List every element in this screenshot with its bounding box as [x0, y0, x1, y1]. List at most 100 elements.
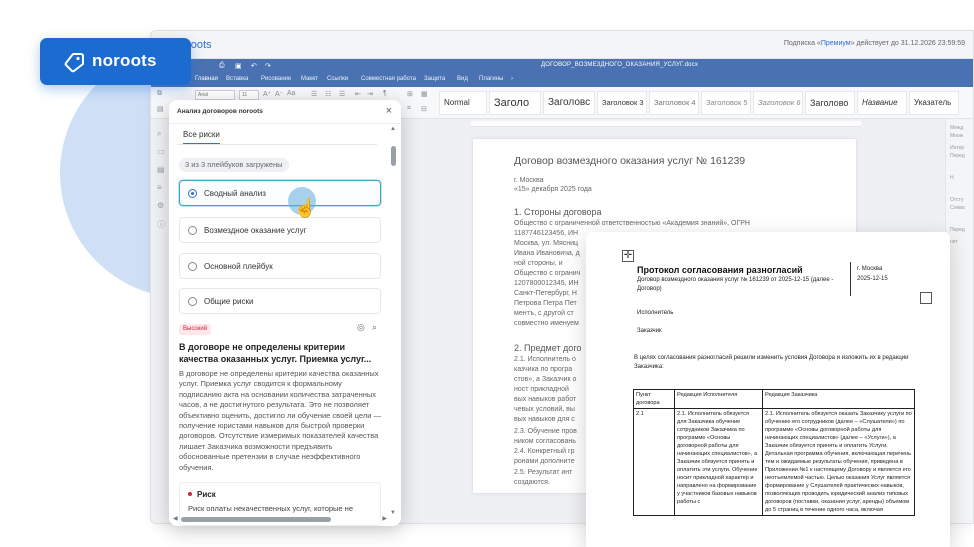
style-index[interactable]: Указатель: [909, 91, 959, 115]
customer-label: Заказчик: [637, 328, 662, 334]
comments-icon[interactable]: ▭: [157, 147, 165, 156]
app-topbar: oroots Подписка «Премиум» действует до 3…: [151, 31, 973, 59]
menu-more[interactable]: ›: [511, 76, 513, 82]
clear-style-icon[interactable]: ⊟: [421, 105, 427, 113]
save-icon[interactable]: ⎙: [219, 62, 225, 70]
menu-references[interactable]: Ссылки: [327, 76, 348, 82]
case-icon[interactable]: Aa: [287, 90, 296, 97]
panel-header: Анализ договоров noroots ×: [169, 100, 401, 124]
chat-icon[interactable]: ▤: [157, 165, 165, 174]
menu-draw[interactable]: Рисование: [261, 76, 291, 82]
document-title: Договор возмездного оказания услуг № 161…: [514, 155, 746, 167]
panel-title: Анализ договоров noroots: [177, 108, 263, 115]
document-line: создаются.: [514, 479, 550, 486]
redo-icon[interactable]: ↷: [265, 62, 271, 70]
settings-label: Перед: [950, 153, 965, 159]
style-heading[interactable]: Заголово: [805, 91, 855, 115]
show-marks-icon[interactable]: ¶: [383, 90, 387, 97]
scroll-thumb[interactable]: [391, 146, 396, 166]
copy-icon[interactable]: ⧉: [157, 90, 162, 98]
document-line: совместно именуем: [514, 320, 579, 327]
risk-title[interactable]: В договоре не определены критерии качест…: [179, 341, 379, 365]
risk-card-text: Риск оплаты некачественных услуг, которы…: [188, 504, 353, 513]
vertical-scrollbar[interactable]: ▲ ▼: [389, 126, 397, 516]
info-icon[interactable]: ⓘ: [157, 219, 165, 230]
severity-badge: Высокий: [179, 324, 212, 335]
grow-font-icon[interactable]: A⁺: [263, 90, 271, 98]
close-icon[interactable]: ×: [386, 105, 392, 117]
document-line: 2.1. Исполнитель о: [514, 356, 576, 363]
table-header: Редакция Заказчика: [762, 389, 915, 409]
bullets-icon[interactable]: ☰: [311, 90, 317, 98]
option-summary-analysis[interactable]: Сводный анализ: [179, 180, 381, 206]
style-heading3[interactable]: Заголовок 3: [597, 91, 647, 115]
option-general-risks[interactable]: Общие риски: [179, 288, 381, 314]
numbering-icon[interactable]: ☷: [325, 90, 331, 98]
style-title[interactable]: Название: [857, 91, 907, 115]
move-handle-icon[interactable]: ✛: [622, 250, 634, 262]
protocol-document[interactable]: ✛ Протокол согласования разногласий Дого…: [586, 232, 950, 547]
ruler: [471, 121, 861, 127]
settings-label: Межд: [950, 125, 964, 131]
menu-collaboration[interactable]: Совместная работа: [361, 76, 416, 82]
search-icon[interactable]: ⌕: [372, 322, 377, 333]
document-line: казчика по програ: [514, 366, 573, 373]
menu-layout[interactable]: Макет: [301, 76, 318, 82]
option-label: Основной плейбук: [204, 262, 273, 271]
scroll-right-icon[interactable]: ▶: [382, 515, 387, 522]
subscription-info: Подписка «Премиум» действует до 31.12.20…: [783, 40, 965, 47]
indent-icon[interactable]: ⇥: [367, 90, 373, 98]
noroots-logo-icon: [64, 53, 84, 73]
hide-icon[interactable]: ◎: [357, 322, 365, 333]
plugins-icon[interactable]: ⚙: [157, 201, 164, 210]
protocol-title: Протокол согласования разногласий: [637, 265, 803, 275]
menu-protect[interactable]: Защита: [424, 76, 445, 82]
menu-home[interactable]: Главная: [195, 76, 218, 82]
scroll-down-icon[interactable]: ▼: [390, 510, 396, 516]
print-icon[interactable]: ▣: [235, 62, 242, 70]
document-line: стов», а Заказчик о: [514, 376, 577, 383]
menu-view[interactable]: Вид: [457, 76, 468, 82]
settings-label: Множ: [950, 133, 963, 139]
paste-icon[interactable]: ▤: [157, 105, 164, 113]
style-heading4[interactable]: Заголовок 4: [649, 91, 699, 115]
search-icon[interactable]: ⌕: [157, 129, 161, 139]
risk-card-title: Риск: [197, 490, 216, 499]
font-select[interactable]: Arial: [195, 90, 235, 100]
color-scheme-icon[interactable]: ▦: [421, 90, 428, 98]
style-heading6[interactable]: Заголовок 6: [753, 91, 803, 115]
option-services[interactable]: Возмездное оказание услуг: [179, 217, 381, 243]
multilevel-icon[interactable]: ☰: [339, 90, 345, 98]
document-line: Петрова Петра Пет: [514, 300, 577, 307]
document-line: 2.5. Результат инт: [514, 469, 573, 476]
scroll-up-icon[interactable]: ▲: [390, 126, 396, 132]
paint-icon[interactable]: ⌗: [407, 105, 411, 113]
scroll-left-icon[interactable]: ◀: [173, 515, 178, 522]
style-normal[interactable]: Normal: [439, 91, 487, 115]
menu-plugins[interactable]: Плагины: [479, 76, 503, 82]
radio-icon: [188, 189, 197, 198]
style-heading5[interactable]: Заголовок 5: [701, 91, 751, 115]
scroll-thumb[interactable]: [181, 517, 331, 522]
document-line: Общество с ограниченной ответственностью…: [514, 220, 750, 227]
risk-dot: [188, 492, 192, 496]
navigation-icon[interactable]: ≡: [157, 183, 162, 192]
horizontal-scrollbar[interactable]: ◀ ▶: [173, 516, 387, 524]
brand-badge: noroots: [40, 38, 191, 85]
undo-icon[interactable]: ↶: [251, 62, 257, 70]
font-size-select[interactable]: 11: [239, 90, 259, 100]
shrink-font-icon[interactable]: A⁻: [275, 90, 283, 98]
copy-style-icon[interactable]: ⊞: [407, 90, 413, 98]
document-line: Санкт-Петербург, Н: [514, 290, 577, 297]
checkbox[interactable]: [920, 292, 932, 304]
outdent-icon[interactable]: ⇤: [355, 90, 361, 98]
document-line: вых навыков для с: [514, 416, 575, 423]
tab-all-risks[interactable]: Все риски: [183, 130, 220, 145]
subscription-link[interactable]: Премиум: [821, 40, 851, 47]
option-main-playbook[interactable]: Основной плейбук: [179, 253, 381, 279]
document-line: вых навыков работ: [514, 396, 577, 403]
menu-insert[interactable]: Вставка: [226, 76, 248, 82]
style-heading1[interactable]: Заголо: [489, 91, 541, 115]
settings-label: Перед: [950, 227, 965, 233]
style-heading2[interactable]: Заголовс: [543, 91, 595, 115]
